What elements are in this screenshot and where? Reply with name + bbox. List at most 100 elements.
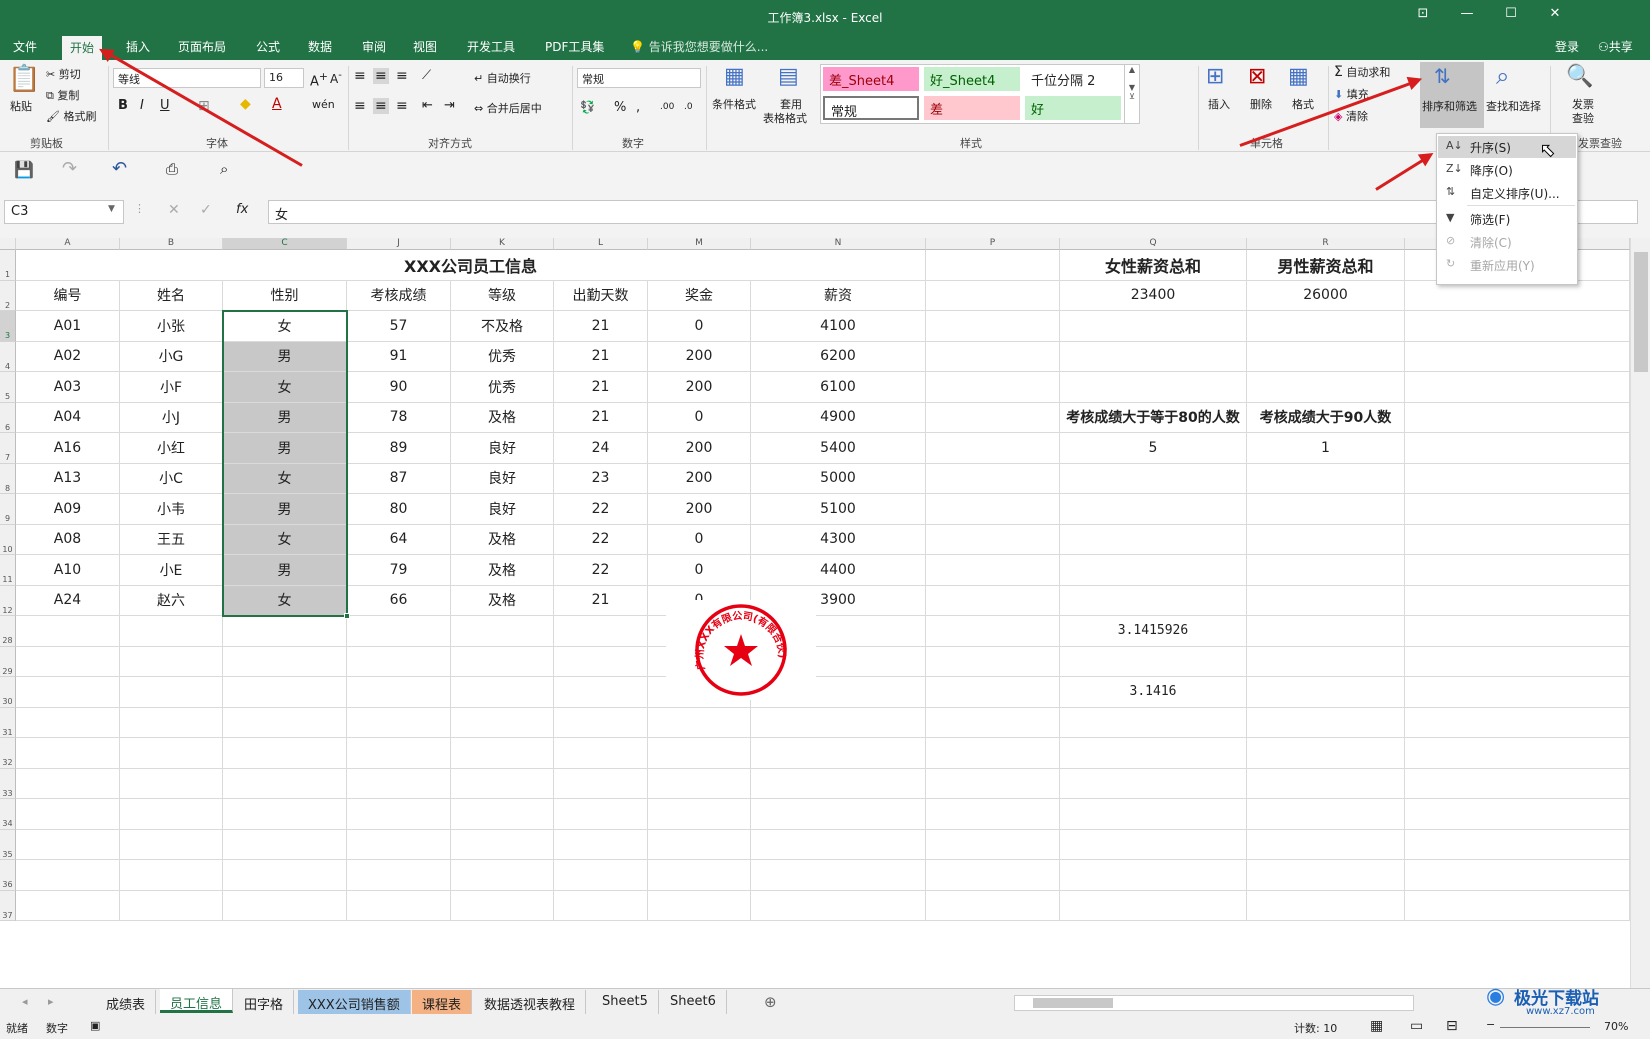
empty-cell[interactable] — [554, 829, 648, 860]
data-cell[interactable]: 小J — [120, 402, 223, 433]
data-cell[interactable]: A10 — [16, 555, 120, 586]
empty-cell[interactable] — [1405, 616, 1630, 647]
ribbon-display-options-icon[interactable]: ⊡ — [1408, 6, 1438, 26]
empty-cell[interactable] — [1247, 646, 1405, 677]
empty-cell[interactable] — [1405, 311, 1630, 342]
empty-cell[interactable] — [751, 707, 926, 738]
empty-cell[interactable] — [1060, 860, 1247, 891]
empty-cell[interactable] — [16, 829, 120, 860]
data-cell[interactable]: 200 — [648, 463, 751, 494]
col-header[interactable]: A — [16, 238, 120, 250]
empty-cell[interactable] — [1247, 555, 1405, 586]
align-bottom-icon[interactable]: ≡ — [396, 68, 408, 84]
empty-cell[interactable] — [1405, 890, 1630, 921]
row-header[interactable]: 10 — [0, 524, 16, 555]
empty-cell[interactable] — [120, 616, 223, 647]
col-header[interactable]: M — [648, 238, 751, 250]
data-cell[interactable]: 优秀 — [451, 341, 554, 372]
empty-cell[interactable] — [223, 799, 347, 830]
empty-cell[interactable] — [223, 829, 347, 860]
tab-insert[interactable]: 插入 — [126, 38, 150, 55]
format-as-table-button-line2[interactable]: 表格格式 — [763, 110, 807, 126]
tab-pdf-tools[interactable]: PDF工具集 — [545, 38, 604, 55]
empty-cell[interactable] — [554, 646, 648, 677]
data-cell[interactable]: 6200 — [751, 341, 926, 372]
style-normal[interactable]: 常规 — [823, 96, 919, 120]
header-cell[interactable]: 出勤天数 — [554, 280, 648, 311]
data-cell[interactable]: A02 — [16, 341, 120, 372]
data-cell[interactable]: 良好 — [451, 494, 554, 525]
data-cell[interactable]: 0 — [648, 524, 751, 555]
pi-long-value[interactable]: 3.1415926 — [1060, 616, 1247, 647]
horizontal-scroll-thumb[interactable] — [1033, 998, 1113, 1008]
empty-cell[interactable] — [926, 768, 1060, 799]
data-cell[interactable]: 小张 — [120, 311, 223, 342]
login-link[interactable]: 登录 — [1555, 38, 1579, 55]
count90-label[interactable]: 考核成绩大于90人数 — [1247, 402, 1405, 433]
sort-menu-item[interactable]: A↓ 升序(S) — [1438, 136, 1576, 158]
worksheet-grid[interactable]: A B C J K L M N P Q R 1 2 3 4 5 6 7 8 9 10 11 12 28 2… — [0, 238, 1630, 988]
data-cell[interactable]: 0 — [648, 402, 751, 433]
empty-cell[interactable] — [223, 616, 347, 647]
empty-cell[interactable] — [223, 677, 347, 708]
data-cell[interactable]: 5000 — [751, 463, 926, 494]
empty-cell[interactable] — [1405, 768, 1630, 799]
data-cell[interactable]: 200 — [648, 341, 751, 372]
empty-cell[interactable] — [554, 860, 648, 891]
empty-cell[interactable] — [1405, 280, 1630, 311]
empty-cell[interactable] — [1060, 372, 1247, 403]
data-cell[interactable]: A01 — [16, 311, 120, 342]
empty-cell[interactable] — [926, 311, 1060, 342]
header-cell[interactable]: 姓名 — [120, 280, 223, 311]
empty-cell[interactable] — [1247, 463, 1405, 494]
empty-cell[interactable] — [926, 524, 1060, 555]
female-total-label[interactable]: 女性薪资总和 — [1060, 250, 1247, 281]
empty-cell[interactable] — [16, 646, 120, 677]
data-cell[interactable]: 小F — [120, 372, 223, 403]
insert-function-icon[interactable]: fx — [236, 202, 248, 217]
empty-cell[interactable] — [926, 250, 1060, 281]
grow-font-icon[interactable]: A+ — [310, 70, 328, 89]
magnifier-icon[interactable]: ⌕ — [1496, 62, 1509, 90]
empty-cell[interactable] — [1405, 707, 1630, 738]
empty-cell[interactable] — [16, 799, 120, 830]
empty-cell[interactable] — [751, 799, 926, 830]
row-header[interactable]: 9 — [0, 494, 16, 525]
data-cell[interactable]: 0 — [648, 311, 751, 342]
empty-cell[interactable] — [451, 829, 554, 860]
empty-cell[interactable] — [926, 799, 1060, 830]
empty-cell[interactable] — [926, 402, 1060, 433]
name-box-dropdown-icon[interactable]: ▼ — [108, 204, 115, 214]
empty-cell[interactable] — [648, 768, 751, 799]
tab-data[interactable]: 数据 — [308, 38, 332, 55]
empty-cell[interactable] — [751, 768, 926, 799]
data-cell[interactable]: 89 — [347, 433, 451, 464]
row-header[interactable]: 36 — [0, 860, 16, 891]
row-header[interactable]: 28 — [0, 616, 16, 647]
empty-cell[interactable] — [1247, 738, 1405, 769]
empty-cell[interactable] — [1247, 768, 1405, 799]
empty-cell[interactable] — [1405, 860, 1630, 891]
data-cell[interactable]: 23 — [554, 463, 648, 494]
header-cell[interactable]: 等级 — [451, 280, 554, 311]
empty-cell[interactable] — [16, 890, 120, 921]
empty-cell[interactable] — [1405, 555, 1630, 586]
delete-cells-button[interactable]: 删除 — [1250, 96, 1272, 112]
empty-cell[interactable] — [1060, 463, 1247, 494]
empty-cell[interactable] — [1405, 341, 1630, 372]
data-cell[interactable]: 及格 — [451, 524, 554, 555]
empty-cell[interactable] — [648, 738, 751, 769]
invoice-check-button-line2[interactable]: 查验 — [1572, 110, 1594, 126]
empty-cell[interactable] — [223, 738, 347, 769]
sort-menu-item[interactable]: ⇅ 自定义排序(U)... — [1438, 182, 1576, 204]
maximize-button[interactable]: ☐ — [1496, 6, 1526, 26]
empty-cell[interactable] — [451, 616, 554, 647]
empty-cell[interactable] — [347, 677, 451, 708]
col-header[interactable]: C — [223, 238, 347, 250]
font-size-combo[interactable]: 16 — [264, 68, 304, 88]
tab-view[interactable]: 视图 — [413, 38, 437, 55]
empty-cell[interactable] — [926, 585, 1060, 616]
empty-cell[interactable] — [554, 738, 648, 769]
empty-cell[interactable] — [223, 707, 347, 738]
page-layout-view-icon[interactable]: ▭ — [1410, 1018, 1423, 1034]
